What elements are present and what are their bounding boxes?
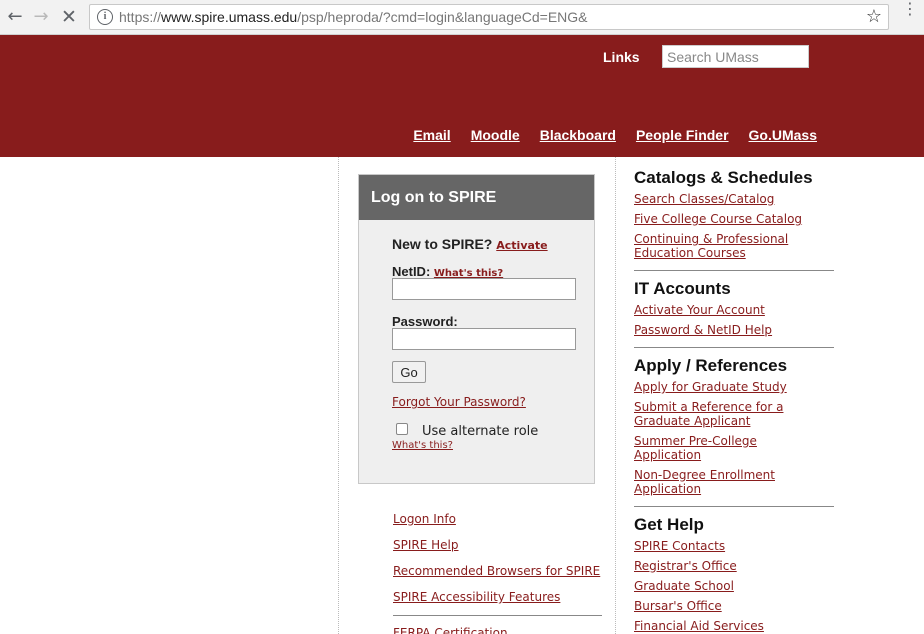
- alternate-role-checkbox[interactable]: [396, 423, 408, 435]
- password-input[interactable]: [392, 328, 576, 350]
- divider: [634, 506, 834, 507]
- registrars-office-link[interactable]: Registrar's Office: [634, 559, 827, 573]
- login-panel: Log on to SPIRE New to SPIRE? Activate N…: [358, 174, 595, 484]
- non-degree-enrollment-link[interactable]: Non-Degree Enrollment Application: [634, 468, 827, 496]
- nav-link-blackboard[interactable]: Blackboard: [540, 127, 616, 143]
- logon-info-link[interactable]: Logon Info: [393, 512, 600, 528]
- forgot-password-link[interactable]: Forgot Your Password?: [392, 395, 526, 409]
- spire-contacts-link[interactable]: SPIRE Contacts: [634, 539, 827, 553]
- spire-help-link[interactable]: SPIRE Help: [393, 538, 600, 554]
- login-title: Log on to SPIRE: [359, 175, 594, 220]
- back-arrow-icon[interactable]: ←: [4, 6, 26, 28]
- nav-link-moodle[interactable]: Moodle: [471, 127, 520, 143]
- bookmark-star-icon[interactable]: ☆: [866, 6, 882, 27]
- resource-links-column: Catalogs & Schedules Search Classes/Cata…: [634, 168, 834, 634]
- bursars-office-link[interactable]: Bursar's Office: [634, 599, 827, 613]
- password-netid-help-link[interactable]: Password & NetID Help: [634, 323, 827, 337]
- section-apply: Apply / References Apply for Graduate St…: [634, 356, 827, 505]
- forward-arrow-icon[interactable]: →: [30, 6, 52, 28]
- alternate-role-whats-this-link[interactable]: What's this?: [392, 440, 453, 451]
- summer-precollege-link[interactable]: Summer Pre-College Application: [634, 434, 827, 462]
- info-icon[interactable]: i: [97, 9, 113, 25]
- netid-input[interactable]: [392, 278, 576, 300]
- financial-aid-link[interactable]: Financial Aid Services: [634, 619, 827, 633]
- search-input[interactable]: [662, 45, 809, 68]
- stop-loading-icon[interactable]: ✕: [58, 6, 80, 28]
- section-get-help: Get Help SPIRE Contacts Registrar's Offi…: [634, 515, 827, 634]
- password-label: Password:: [392, 314, 458, 329]
- go-button[interactable]: Go: [392, 361, 426, 383]
- ferpa-certification-link[interactable]: FERPA Certification: [393, 626, 508, 634]
- nav-link-email[interactable]: Email: [413, 127, 450, 143]
- continuing-education-link[interactable]: Continuing & Professional Education Cour…: [634, 232, 827, 260]
- browser-toolbar: ← → ✕ i https://www.spire.umass.edu/psp/…: [0, 0, 924, 35]
- section-catalogs: Catalogs & Schedules Search Classes/Cata…: [634, 168, 827, 269]
- nav-link-go-umass[interactable]: Go.UMass: [749, 127, 817, 143]
- section-title: Apply / References: [634, 356, 788, 375]
- section-it-accounts: IT Accounts Activate Your Account Passwo…: [634, 279, 827, 346]
- divider: [634, 347, 834, 348]
- submit-reference-link[interactable]: Submit a Reference for a Graduate Applic…: [634, 400, 827, 428]
- activate-account-link[interactable]: Activate Your Account: [634, 303, 827, 317]
- apply-graduate-link[interactable]: Apply for Graduate Study: [634, 380, 827, 394]
- column-divider: [615, 157, 616, 634]
- accessibility-features-link[interactable]: SPIRE Accessibility Features: [393, 590, 600, 606]
- site-header: Links Email Moodle Blackboard People Fin…: [0, 35, 924, 157]
- divider: [393, 615, 602, 616]
- new-to-spire: New to SPIRE? Activate: [392, 236, 548, 252]
- netid-label: NetID: What's this?: [392, 264, 504, 279]
- url-text[interactable]: https://www.spire.umass.edu/psp/heproda/…: [119, 9, 588, 25]
- header-nav: Email Moodle Blackboard People Finder Go…: [413, 127, 817, 143]
- login-help-links: Logon Info SPIRE Help Recommended Browse…: [393, 512, 600, 616]
- divider: [634, 270, 834, 271]
- section-title: IT Accounts: [634, 279, 731, 298]
- column-divider: [338, 157, 339, 634]
- section-title: Get Help: [634, 515, 704, 534]
- search-classes-link[interactable]: Search Classes/Catalog: [634, 192, 827, 206]
- address-bar[interactable]: i https://www.spire.umass.edu/psp/heprod…: [89, 4, 889, 30]
- five-college-catalog-link[interactable]: Five College Course Catalog: [634, 212, 827, 226]
- graduate-school-link[interactable]: Graduate School: [634, 579, 827, 593]
- alternate-role-label: Use alternate role: [422, 424, 539, 439]
- section-title: Catalogs & Schedules: [634, 168, 813, 187]
- links-label[interactable]: Links: [603, 49, 640, 65]
- nav-link-people-finder[interactable]: People Finder: [636, 127, 729, 143]
- activate-link[interactable]: Activate: [496, 239, 547, 252]
- browser-menu-icon[interactable]: ⋮: [902, 1, 918, 17]
- recommended-browsers-link[interactable]: Recommended Browsers for SPIRE: [393, 564, 600, 580]
